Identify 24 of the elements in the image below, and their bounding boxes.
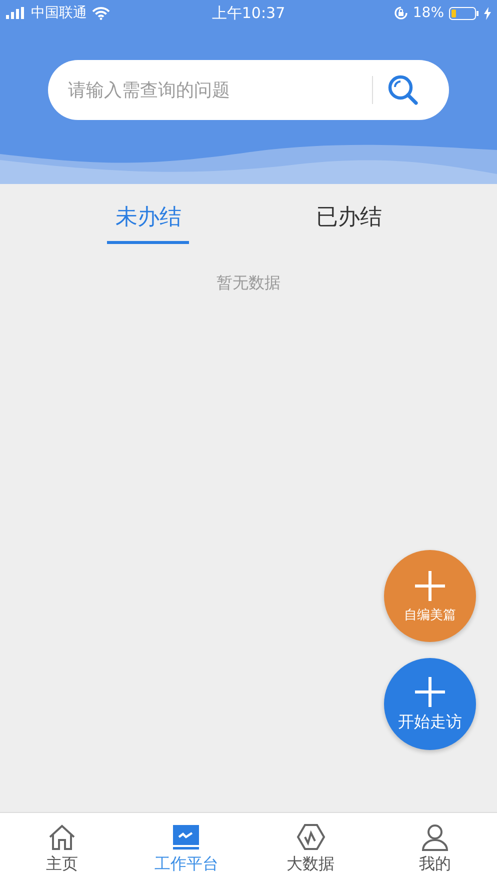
tab[interactable]: 已办结 <box>308 184 390 244</box>
battery-percent: 18% <box>412 5 444 21</box>
signal-icon <box>6 7 26 19</box>
battery-icon <box>449 6 480 20</box>
nav-tab[interactable]: 大数据 <box>248 813 373 883</box>
tab[interactable]: 未办结 <box>107 184 190 244</box>
search-field[interactable]: 请输入需查询的问题 <box>48 60 449 120</box>
wifi-icon <box>92 6 110 20</box>
plus-icon <box>413 675 447 709</box>
plus-icon <box>413 568 447 602</box>
empty-message: 暂无数据 <box>216 273 280 292</box>
nav-tab[interactable]: 主页 <box>0 813 124 883</box>
add-button[interactable]: 开始走访 <box>384 658 476 750</box>
hexagon-chart-icon <box>296 822 326 852</box>
nav-tab[interactable]: 我的 <box>372 813 497 883</box>
search-icon[interactable] <box>387 74 419 106</box>
person-icon <box>420 822 450 852</box>
search-input[interactable]: 请输入需查询的问题 <box>48 70 358 110</box>
carrier-name: 中国联通 <box>31 4 87 22</box>
chart-icon <box>171 822 202 852</box>
clock-time: 上午10:37 <box>212 4 286 22</box>
rotation-lock-icon <box>394 6 408 20</box>
home-icon <box>47 822 78 852</box>
charging-icon <box>484 6 492 20</box>
